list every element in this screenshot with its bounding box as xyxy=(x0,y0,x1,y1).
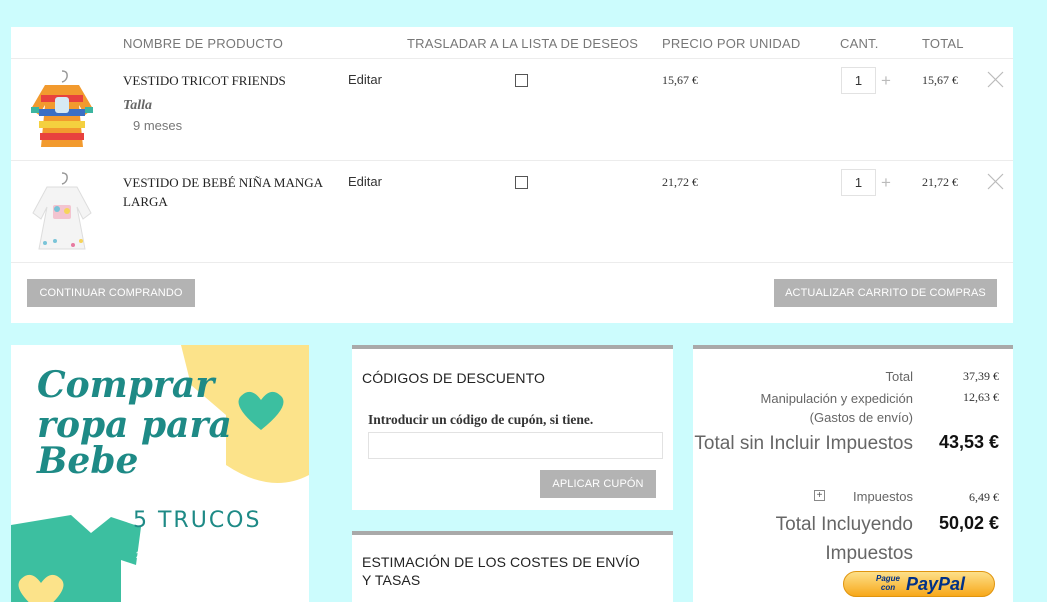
unit-price: 21,72 € xyxy=(662,175,698,189)
shipping-title: ESTIMACIÓN DE LOS COSTES DE ENVÍO Y TASA… xyxy=(362,554,640,588)
product-image[interactable] xyxy=(23,171,101,253)
edit-link[interactable]: Editar xyxy=(348,174,382,189)
totals-box: Total 37,39 € Manipulación y expedición … xyxy=(693,345,1013,602)
coupon-label: Introducir un código de cupón, si tiene. xyxy=(368,412,594,427)
unit-price: 15,67 € xyxy=(662,73,698,87)
option-value: 9 meses xyxy=(133,118,183,133)
coupon-input[interactable] xyxy=(368,432,663,459)
edit-link[interactable]: Editar xyxy=(348,72,382,87)
excl-tax-label: Total sin Incluir Impuestos xyxy=(694,433,913,454)
discount-codes-box: CÓDIGOS DE DESCUENTO Introducir un códig… xyxy=(352,345,673,510)
incl-tax-value: 50,02 € xyxy=(938,513,999,533)
handling-value: 12,63 € xyxy=(963,390,999,404)
qty-input[interactable]: 1 xyxy=(841,169,876,196)
promo-tip: 3. ESTAR DE MODA xyxy=(166,564,266,574)
close-icon[interactable] xyxy=(987,173,1004,190)
update-cart-button[interactable]: ACTUALIZAR CARRITO DE COMPRAS xyxy=(774,279,997,307)
cart-row: VESTIDO DE BEBÉ NIÑA MANGA LARGA Editar … xyxy=(11,161,1013,263)
promo-tip: 1. CÓMODA PARA EL BEBÉ xyxy=(147,536,285,546)
promo-title-line: Bebe xyxy=(37,440,139,482)
header-qty: CANT. xyxy=(840,36,879,51)
plus-icon[interactable]: + xyxy=(881,174,891,191)
promo-heading: 5 TRUCOS xyxy=(133,508,262,533)
continue-shopping-button[interactable]: CONTINUAR COMPRANDO xyxy=(27,279,195,307)
tax-value: 6,49 € xyxy=(969,490,999,504)
row-total: 15,67 € xyxy=(922,73,958,87)
expand-icon[interactable]: + xyxy=(814,490,825,501)
cart-row: VESTIDO TRICOT FRIENDS Talla 9 meses Edi… xyxy=(11,59,1013,161)
excl-tax-value: 43,53 € xyxy=(938,432,999,452)
qty-input[interactable]: 1 xyxy=(841,67,876,94)
cart-table: NOMBRE DE PRODUCTO TRASLADAR A LA LISTA … xyxy=(11,27,1013,323)
wishlist-checkbox[interactable] xyxy=(515,74,528,87)
plus-icon[interactable]: + xyxy=(881,72,891,89)
promo-title-line: ropa para xyxy=(37,404,232,446)
subtotal-label: Total xyxy=(885,369,913,384)
header-unit-price: PRECIO POR UNIDAD xyxy=(662,36,801,51)
paypal-logo: PayPal xyxy=(906,574,966,594)
promo-tip: 2. CÓMODA PARA LOS PADRES xyxy=(135,550,297,560)
promo-tip: 5. BARATA xyxy=(189,592,243,602)
apply-coupon-button[interactable]: APLICAR CUPÓN xyxy=(540,470,656,498)
handling-label: Manipulación y expedición (Gastos de env… xyxy=(760,391,913,425)
header-wishlist: TRASLADAR A LA LISTA DE DESEOS xyxy=(407,36,639,51)
tax-label[interactable]: Impuestos xyxy=(853,489,913,504)
product-image[interactable] xyxy=(23,69,101,151)
product-name[interactable]: VESTIDO DE BEBÉ NIÑA MANGA LARGA xyxy=(123,173,328,211)
header-product-name: NOMBRE DE PRODUCTO xyxy=(123,36,284,51)
paypal-button[interactable]: Pague con PayPal xyxy=(843,571,995,597)
header-total: TOTAL xyxy=(922,36,964,51)
wishlist-checkbox[interactable] xyxy=(515,176,528,189)
promo-title-line: Comprar xyxy=(37,364,215,406)
discount-title: CÓDIGOS DE DESCUENTO xyxy=(362,370,545,386)
subtotal-value: 37,39 € xyxy=(963,369,999,383)
row-total: 21,72 € xyxy=(922,175,958,189)
incl-tax-label: Total Incluyendo Impuestos xyxy=(775,514,913,564)
promo-banner[interactable]: Comprar ropa para Bebe 5 TRUCOS 1. CÓMOD… xyxy=(11,345,309,602)
paypal-small-label: Pague con xyxy=(875,574,900,592)
promo-tip: 4. ÉTICA Y SOSTENIBLE xyxy=(153,578,279,588)
cart-header-row: NOMBRE DE PRODUCTO TRASLADAR A LA LISTA … xyxy=(11,27,1013,59)
product-name[interactable]: VESTIDO TRICOT FRIENDS xyxy=(123,71,328,90)
shipping-estimate-box: ESTIMACIÓN DE LOS COSTES DE ENVÍO Y TASA… xyxy=(352,531,673,602)
close-icon[interactable] xyxy=(987,71,1004,88)
option-label: Talla xyxy=(123,98,153,113)
